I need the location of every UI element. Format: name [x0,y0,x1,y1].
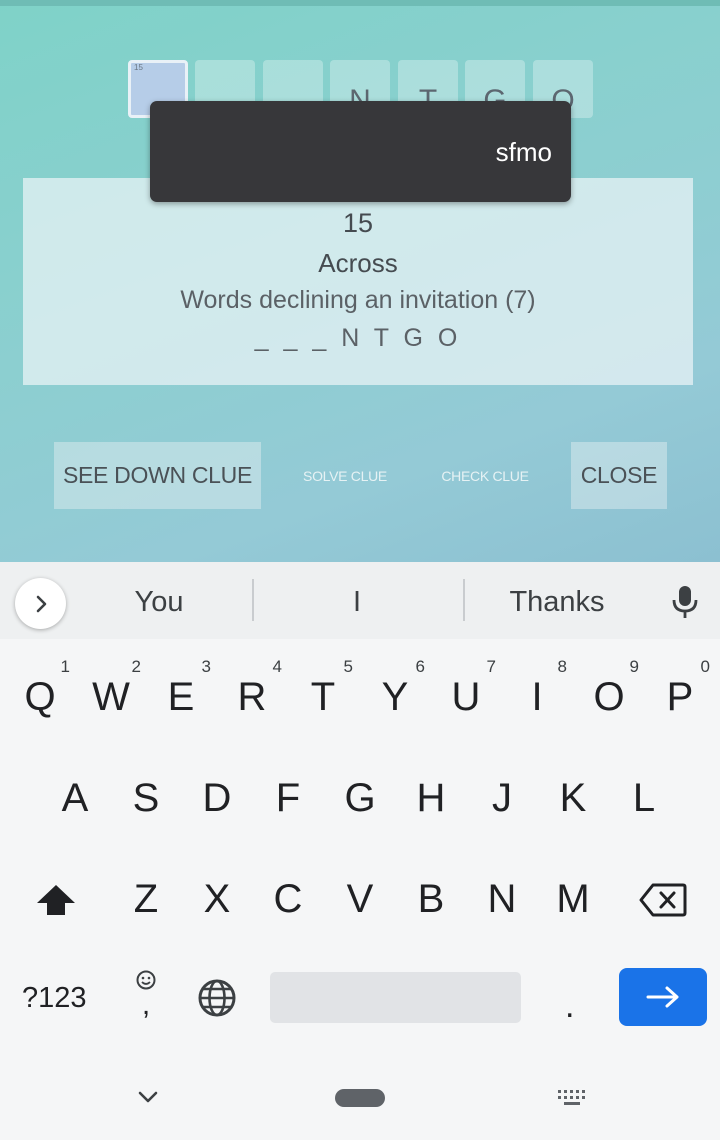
key-label: I [531,675,543,719]
solve-clue-button[interactable]: SOLVE CLUE [286,442,404,509]
suggestion-strip: You I Thanks [0,562,720,639]
key-t[interactable]: T5 [287,658,359,719]
arrow-right-icon [646,986,679,1008]
key-label: P [666,675,694,719]
close-button[interactable]: CLOSE [571,442,667,509]
clue-direction: Across [318,248,398,278]
clue-text: Words declining an invitation (7) [180,286,536,314]
key-hint: 4 [272,657,282,676]
key-y[interactable]: Y6 [359,658,431,719]
key-label: W [92,675,130,719]
suggestion-divider [252,579,254,621]
key-hint: 1 [60,657,70,676]
answer-pattern: _ _ _ N T G O [254,324,462,352]
key-b[interactable]: B [395,879,467,919]
keyboard-switch-button[interactable] [557,1089,587,1112]
see-down-clue-button[interactable]: SEE DOWN CLUE [54,442,261,509]
keyboard-icon [558,1090,585,1105]
key-h[interactable]: H [395,778,467,818]
key-c[interactable]: C [252,879,324,919]
key-i[interactable]: I8 [501,658,573,719]
backspace-key[interactable] [639,882,687,923]
key-o[interactable]: O9 [573,658,645,719]
symbols-key[interactable]: ?123 [22,982,87,1015]
key-hint: 5 [343,657,353,676]
key-hint: 2 [131,657,141,676]
globe-icon [198,979,236,1017]
key-hint: 0 [700,657,710,676]
keyboard: Q1 W2 E3 R4 T5 Y6 U7 I8 O9 P0 A S D F G … [0,639,720,1140]
key-label: Y [381,675,409,719]
tile-number: 15 [134,63,143,72]
key-m[interactable]: M [537,879,609,919]
key-label: E [167,675,195,719]
key-u[interactable]: U7 [430,658,502,719]
suggestion-you[interactable]: You [84,586,234,619]
key-hint: 9 [629,657,639,676]
key-hint: 3 [201,657,211,676]
backspace-icon [639,883,687,917]
hide-keyboard-button[interactable] [137,1089,159,1110]
suggestion-thanks[interactable]: Thanks [482,586,632,619]
mic-icon [672,586,698,618]
suggestion-divider [463,579,465,621]
chevron-down-icon [138,1091,158,1103]
key-label: T [310,675,336,719]
enter-key[interactable] [619,968,707,1026]
key-j[interactable]: J [466,778,538,818]
shift-key[interactable] [35,882,77,923]
key-l[interactable]: L [608,778,680,818]
key-e[interactable]: E3 [145,658,217,719]
key-hint: 7 [486,657,496,676]
key-label: Q [24,675,56,719]
key-d[interactable]: D [181,778,253,818]
key-label: O [593,675,625,719]
input-tooltip: sfmo [150,101,571,202]
crossword-area: 15 N T G O 15 Across Words declining an … [0,0,720,562]
emoji-comma-key[interactable]: , [133,969,159,1021]
key-p[interactable]: P0 [644,658,716,719]
key-hint: 6 [415,657,425,676]
key-w[interactable]: W2 [75,658,147,719]
shift-icon [37,885,75,915]
chevron-right-icon [36,595,46,612]
key-s[interactable]: S [110,778,182,818]
key-n[interactable]: N [466,879,538,919]
tooltip-text: sfmo [495,137,552,167]
clue-panel: 15 Across Words declining an invitation … [23,178,693,385]
comma-label: , [141,988,151,1021]
key-z[interactable]: Z [110,879,182,919]
key-label: U [451,675,481,719]
home-pill[interactable] [335,1089,385,1107]
key-v[interactable]: V [324,879,396,919]
language-key[interactable] [197,978,237,1023]
key-x[interactable]: X [181,879,253,919]
check-clue-button[interactable]: CHECK CLUE [426,442,544,509]
key-a[interactable]: A [39,778,111,818]
expand-toolbar-button[interactable] [15,578,66,629]
key-r[interactable]: R4 [216,658,288,719]
mic-button[interactable] [670,584,700,625]
key-k[interactable]: K [537,778,609,818]
key-label: R [237,675,267,719]
key-q[interactable]: Q1 [4,658,76,719]
suggestion-i[interactable]: I [282,586,432,619]
clue-number: 15 [342,208,374,238]
period-key[interactable]: . [565,987,574,1026]
key-hint: 8 [557,657,567,676]
clue-actions: SEE DOWN CLUE SOLVE CLUE CHECK CLUE CLOS… [0,442,720,509]
space-key[interactable] [270,972,521,1023]
key-g[interactable]: G [324,778,396,818]
key-f[interactable]: F [252,778,324,818]
